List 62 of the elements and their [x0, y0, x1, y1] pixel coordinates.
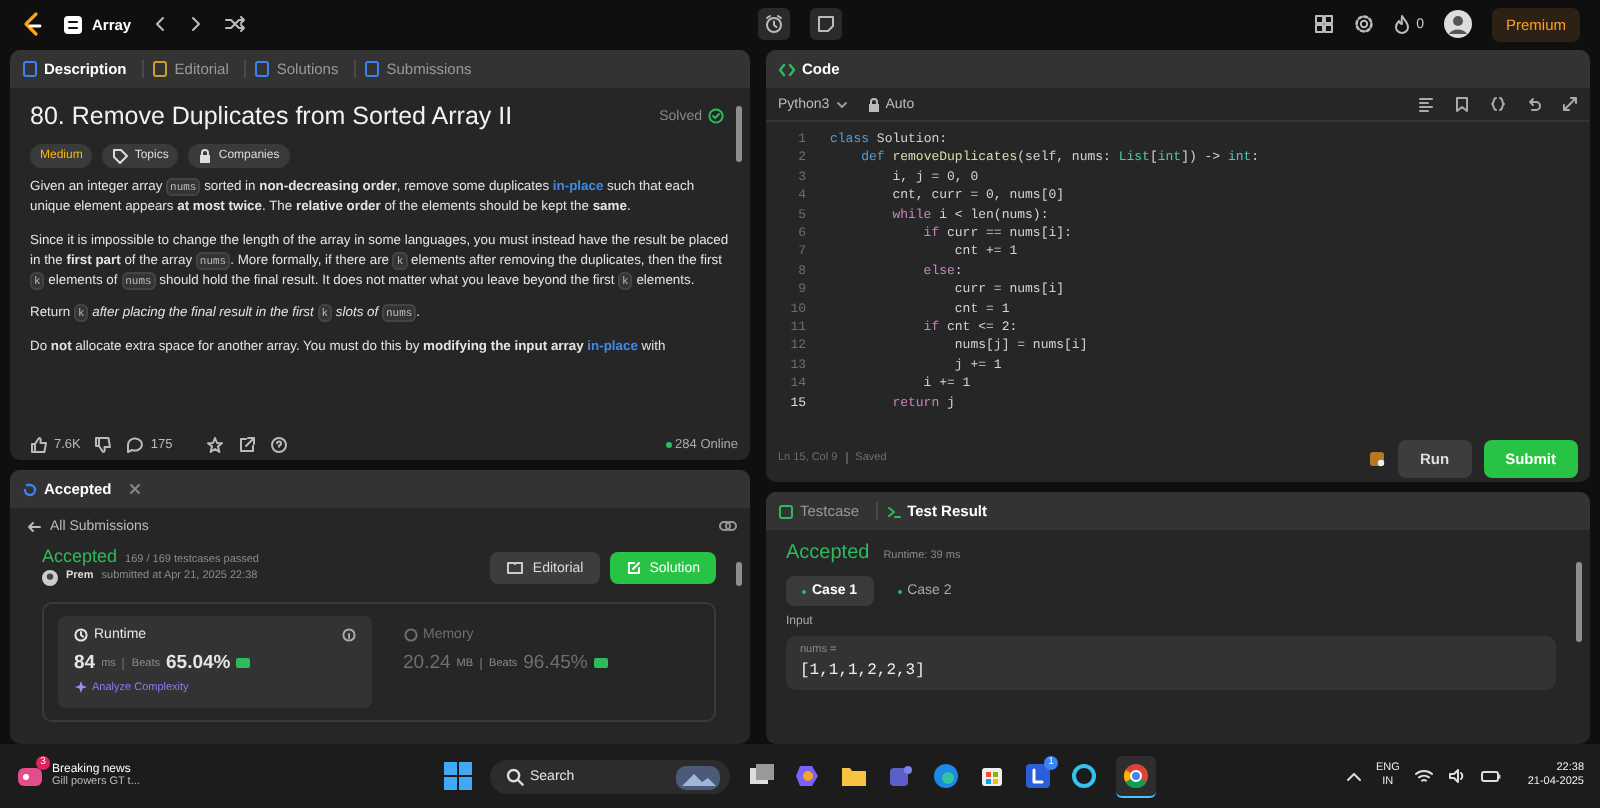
problem-title: 80. Remove Duplicates from Sorted Array II [30, 102, 513, 130]
link-icon[interactable] [718, 518, 738, 534]
star-icon[interactable] [206, 436, 225, 454]
user-avatar-icon [42, 570, 58, 586]
braces-icon[interactable] [1490, 96, 1506, 112]
note-icon [816, 14, 836, 34]
list-icon [64, 15, 82, 33]
code-icon [778, 61, 796, 77]
avatar-icon[interactable] [1443, 10, 1472, 38]
clock-icon [74, 628, 88, 642]
checkbox-icon [778, 503, 794, 519]
scrollbar-thumb[interactable] [736, 562, 742, 586]
parameter-value: [1,1,1,2,2,3] [800, 662, 927, 680]
folder-icon[interactable] [840, 762, 868, 790]
settings-icon[interactable] [1354, 14, 1375, 34]
beats-percent: 65.04% [166, 652, 231, 674]
format-icon[interactable] [1418, 96, 1434, 112]
flame-icon [1394, 14, 1411, 34]
lock-icon [867, 97, 880, 111]
beats-percent: 96.45% [523, 652, 588, 674]
wifi-icon[interactable] [1413, 768, 1434, 784]
timer-button[interactable] [758, 8, 790, 40]
alarm-clock-icon [764, 14, 784, 34]
undo-icon[interactable] [1526, 96, 1542, 112]
metric-value: 20.24 [403, 652, 451, 674]
info-icon[interactable] [341, 628, 355, 642]
metric-value: 84 [74, 652, 96, 674]
windows-icon[interactable] [444, 762, 472, 790]
ring-app-icon[interactable] [1070, 762, 1098, 790]
close-icon[interactable] [127, 482, 142, 496]
bookmark-icon[interactable] [1454, 96, 1470, 112]
logo-icon[interactable] [20, 10, 44, 38]
active-app-button[interactable] [1116, 755, 1156, 797]
sparkle-icon [74, 680, 88, 694]
scrollbar-thumb[interactable] [736, 106, 742, 162]
tag-icon [112, 148, 129, 164]
chevron-up-icon[interactable] [1345, 770, 1362, 782]
edit-icon [625, 560, 642, 576]
chevron-left-icon[interactable] [151, 14, 168, 34]
expand-icon[interactable] [1562, 96, 1578, 112]
verdict-text: Accepted [42, 546, 118, 566]
comment-icon [126, 436, 145, 454]
scrollbar-thumb[interactable] [1576, 562, 1582, 642]
share-icon[interactable] [238, 436, 257, 454]
verdict-text: Accepted [786, 542, 870, 564]
notes-button[interactable] [810, 8, 842, 40]
thumbs-down-icon[interactable] [94, 436, 113, 454]
help-icon[interactable] [270, 436, 289, 454]
shuffle-icon[interactable] [223, 14, 246, 34]
battery-icon[interactable] [1479, 768, 1502, 784]
thumbs-up-icon [30, 436, 48, 454]
speaker-icon[interactable] [1447, 768, 1466, 784]
chevron-right-icon[interactable] [187, 14, 204, 34]
caret-icon [835, 99, 848, 109]
letter-app-icon[interactable] [1024, 762, 1052, 790]
news-icon [16, 762, 44, 790]
layout-icon[interactable] [1314, 14, 1335, 34]
task-view-icon[interactable] [748, 762, 776, 790]
lock-icon [198, 148, 213, 164]
check-circle-icon [708, 108, 724, 124]
terminal-icon [885, 503, 902, 519]
arrow-left-icon [26, 519, 42, 533]
